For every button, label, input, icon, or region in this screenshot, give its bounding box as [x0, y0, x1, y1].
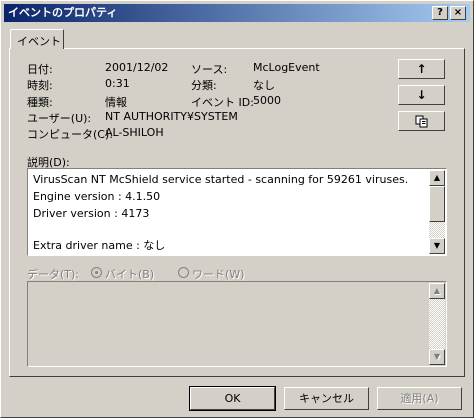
words-radio-label: ワード(W): [192, 268, 245, 281]
copy-icon: [415, 115, 427, 128]
type-value: 情報: [105, 96, 127, 109]
scroll-down-button[interactable]: ▼: [429, 349, 445, 365]
event-id-value: 5000: [253, 94, 281, 107]
window-title: イベントのプロパティ: [8, 6, 118, 19]
time-value: 0:31: [105, 77, 130, 90]
copy-button[interactable]: [398, 111, 445, 131]
words-radio[interactable]: [178, 267, 189, 278]
category-value: なし: [253, 79, 275, 92]
data-label: データ(T):: [27, 268, 80, 281]
user-value[interactable]: NT AUTHORITY¥SYSTEM: [105, 110, 238, 123]
date-label: 日付:: [27, 63, 53, 76]
date-value: 2001/12/02: [105, 61, 169, 74]
event-properties-window: イベントのプロパティ ? × イベント 日付: 2001/12/02 時刻: 0…: [0, 0, 474, 418]
arrow-up-icon: ↑: [416, 62, 427, 76]
scroll-down-button[interactable]: ▼: [429, 238, 445, 254]
description-line: Engine version : 4.1.50: [33, 190, 161, 203]
bytes-radio[interactable]: [91, 267, 102, 278]
bytes-radio-label: バイト(B): [105, 268, 155, 281]
previous-event-button[interactable]: ↑: [398, 59, 445, 79]
data-scrollbar[interactable]: ▲ ▼: [429, 283, 445, 365]
description-line: Driver version : 4173: [33, 207, 150, 220]
description-line: Extra driver name : なし: [33, 239, 166, 252]
apply-button[interactable]: 適用(A): [377, 387, 462, 410]
time-label: 時刻:: [27, 79, 53, 92]
cancel-button[interactable]: キャンセル: [284, 387, 369, 410]
description-line: VirusScan NT McShield service started - …: [33, 173, 409, 186]
category-label: 分類:: [191, 79, 217, 92]
scroll-up-button[interactable]: ▲: [429, 283, 445, 299]
description-scrollbar[interactable]: ▲ ▼: [429, 170, 445, 254]
scroll-thumb[interactable]: [429, 186, 445, 222]
next-event-button[interactable]: ↓: [398, 85, 445, 105]
close-button[interactable]: ×: [450, 6, 466, 20]
help-button[interactable]: ?: [432, 6, 448, 20]
type-label: 種類:: [27, 96, 53, 109]
arrow-down-icon: ↓: [416, 88, 427, 102]
computer-value[interactable]: AL-SHILOH: [105, 126, 164, 139]
computer-label: コンピュータ(C):: [27, 128, 113, 141]
description-textbox[interactable]: VirusScan NT McShield service started - …: [27, 168, 447, 256]
title-bar[interactable]: イベントのプロパティ ? ×: [4, 4, 470, 22]
source-value: McLogEvent: [253, 61, 320, 74]
tab-event-label: イベント: [17, 35, 61, 48]
scroll-up-button[interactable]: ▲: [429, 170, 445, 186]
event-id-label: イベント ID:: [191, 96, 254, 109]
data-textbox[interactable]: ▲ ▼: [27, 281, 447, 367]
tab-event[interactable]: イベント: [10, 29, 64, 49]
user-label: ユーザー(U):: [27, 112, 92, 125]
source-label: ソース:: [191, 63, 228, 76]
ok-button[interactable]: OK: [189, 386, 276, 411]
